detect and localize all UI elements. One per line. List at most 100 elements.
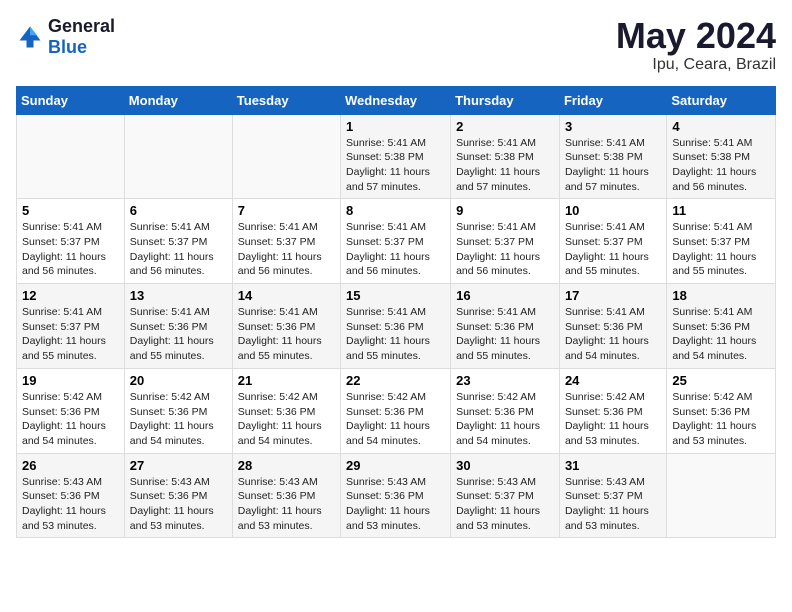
day-number: 31 (565, 458, 661, 473)
day-info: Sunrise: 5:41 AM Sunset: 5:37 PM Dayligh… (238, 220, 335, 279)
day-info: Sunrise: 5:42 AM Sunset: 5:36 PM Dayligh… (565, 390, 661, 449)
day-number: 10 (565, 203, 661, 218)
day-number: 11 (672, 203, 770, 218)
day-info: Sunrise: 5:42 AM Sunset: 5:36 PM Dayligh… (130, 390, 227, 449)
day-number: 16 (456, 288, 554, 303)
day-number: 13 (130, 288, 227, 303)
calendar-day-22: 22 Sunrise: 5:42 AM Sunset: 5:36 PM Dayli… (341, 368, 451, 453)
calendar-day-31: 31Sunrise: 5:43 AM Sunset: 5:37 PM Dayli… (559, 453, 666, 538)
calendar-title: May 2024 (616, 16, 776, 56)
day-info: Sunrise: 5:41 AM Sunset: 5:38 PM Dayligh… (346, 136, 445, 195)
day-number: 19 (22, 373, 119, 388)
calendar-empty-cell (232, 114, 340, 199)
day-number: 28 (238, 458, 335, 473)
calendar-day-3: 3 Sunrise: 5:41 AM Sunset: 5:38 PM Daylig… (559, 114, 666, 199)
day-info: Sunrise: 5:41 AM Sunset: 5:38 PM Dayligh… (456, 136, 554, 195)
calendar-day-28: 28Sunrise: 5:43 AM Sunset: 5:36 PM Dayli… (232, 453, 340, 538)
day-number: 21 (238, 373, 335, 388)
calendar-empty-cell (124, 114, 232, 199)
day-info: Sunrise: 5:42 AM Sunset: 5:36 PM Dayligh… (672, 390, 770, 449)
day-number: 26 (22, 458, 119, 473)
day-number: 8 (346, 203, 445, 218)
calendar-day-4: 4 Sunrise: 5:41 AM Sunset: 5:38 PM Daylig… (667, 114, 776, 199)
day-info: Sunrise: 5:41 AM Sunset: 5:37 PM Dayligh… (346, 220, 445, 279)
day-number: 5 (22, 203, 119, 218)
day-info: Sunrise: 5:41 AM Sunset: 5:36 PM Dayligh… (346, 305, 445, 364)
calendar-week-row: 1 Sunrise: 5:41 AM Sunset: 5:38 PM Daylig… (17, 114, 776, 199)
calendar-day-11: 11 Sunrise: 5:41 AM Sunset: 5:37 PM Dayli… (667, 199, 776, 284)
calendar-empty-cell (17, 114, 125, 199)
day-info: Sunrise: 5:42 AM Sunset: 5:36 PM Dayligh… (22, 390, 119, 449)
title-block: May 2024 Ipu, Ceara, Brazil (616, 16, 776, 74)
calendar-week-row: 26 Sunrise: 5:43 AM Sunset: 5:36 PM Dayli… (17, 453, 776, 538)
day-info: Sunrise: 5:41 AM Sunset: 5:36 PM Dayligh… (238, 305, 335, 364)
calendar-day-13: 13Sunrise: 5:41 AM Sunset: 5:36 PM Dayli… (124, 284, 232, 369)
day-info: Sunrise: 5:41 AM Sunset: 5:38 PM Dayligh… (672, 136, 770, 195)
day-number: 29 (346, 458, 445, 473)
day-number: 14 (238, 288, 335, 303)
calendar-day-27: 27Sunrise: 5:43 AM Sunset: 5:36 PM Dayli… (124, 453, 232, 538)
logo-icon (16, 23, 44, 51)
day-info: Sunrise: 5:43 AM Sunset: 5:36 PM Dayligh… (130, 475, 227, 534)
day-info: Sunrise: 5:41 AM Sunset: 5:37 PM Dayligh… (456, 220, 554, 279)
day-number: 18 (672, 288, 770, 303)
day-info: Sunrise: 5:41 AM Sunset: 5:37 PM Dayligh… (130, 220, 227, 279)
day-info: Sunrise: 5:43 AM Sunset: 5:37 PM Dayligh… (456, 475, 554, 534)
logo: General Blue (16, 16, 115, 57)
page-header: General Blue May 2024 Ipu, Ceara, Brazil (16, 16, 776, 74)
day-info: Sunrise: 5:42 AM Sunset: 5:36 PM Dayligh… (456, 390, 554, 449)
calendar-day-8: 8 Sunrise: 5:41 AM Sunset: 5:37 PM Daylig… (341, 199, 451, 284)
col-header-tuesday: Tuesday (232, 86, 340, 114)
col-header-saturday: Saturday (667, 86, 776, 114)
calendar-day-12: 12 Sunrise: 5:41 AM Sunset: 5:37 PM Dayli… (17, 284, 125, 369)
day-info: Sunrise: 5:41 AM Sunset: 5:37 PM Dayligh… (672, 220, 770, 279)
col-header-thursday: Thursday (451, 86, 560, 114)
calendar-day-24: 24 Sunrise: 5:42 AM Sunset: 5:36 PM Dayli… (559, 368, 666, 453)
calendar-day-10: 10 Sunrise: 5:41 AM Sunset: 5:37 PM Dayli… (559, 199, 666, 284)
calendar-day-7: 7Sunrise: 5:41 AM Sunset: 5:37 PM Daylig… (232, 199, 340, 284)
day-number: 1 (346, 119, 445, 134)
calendar-empty-cell (667, 453, 776, 538)
calendar-day-25: 25 Sunrise: 5:42 AM Sunset: 5:36 PM Dayli… (667, 368, 776, 453)
calendar-day-23: 23 Sunrise: 5:42 AM Sunset: 5:36 PM Dayli… (451, 368, 560, 453)
calendar-day-29: 29Sunrise: 5:43 AM Sunset: 5:36 PM Dayli… (341, 453, 451, 538)
day-number: 9 (456, 203, 554, 218)
calendar-day-30: 30 Sunrise: 5:43 AM Sunset: 5:37 PM Dayli… (451, 453, 560, 538)
day-number: 30 (456, 458, 554, 473)
calendar-day-20: 20 Sunrise: 5:42 AM Sunset: 5:36 PM Dayli… (124, 368, 232, 453)
calendar-week-row: 12 Sunrise: 5:41 AM Sunset: 5:37 PM Dayli… (17, 284, 776, 369)
col-header-wednesday: Wednesday (341, 86, 451, 114)
day-info: Sunrise: 5:43 AM Sunset: 5:36 PM Dayligh… (22, 475, 119, 534)
day-number: 24 (565, 373, 661, 388)
logo-text: General Blue (48, 16, 115, 57)
day-info: Sunrise: 5:42 AM Sunset: 5:36 PM Dayligh… (238, 390, 335, 449)
calendar-day-6: 6Sunrise: 5:41 AM Sunset: 5:37 PM Daylig… (124, 199, 232, 284)
day-number: 23 (456, 373, 554, 388)
day-info: Sunrise: 5:41 AM Sunset: 5:37 PM Dayligh… (22, 305, 119, 364)
calendar-day-18: 18 Sunrise: 5:41 AM Sunset: 5:36 PM Dayli… (667, 284, 776, 369)
calendar-day-26: 26 Sunrise: 5:43 AM Sunset: 5:36 PM Dayli… (17, 453, 125, 538)
calendar-subtitle: Ipu, Ceara, Brazil (616, 56, 776, 74)
day-number: 3 (565, 119, 661, 134)
calendar-day-15: 15 Sunrise: 5:41 AM Sunset: 5:36 PM Dayli… (341, 284, 451, 369)
day-info: Sunrise: 5:41 AM Sunset: 5:38 PM Dayligh… (565, 136, 661, 195)
day-info: Sunrise: 5:41 AM Sunset: 5:37 PM Dayligh… (22, 220, 119, 279)
day-number: 12 (22, 288, 119, 303)
day-number: 25 (672, 373, 770, 388)
calendar-day-16: 16Sunrise: 5:41 AM Sunset: 5:36 PM Dayli… (451, 284, 560, 369)
calendar-day-5: 5 Sunrise: 5:41 AM Sunset: 5:37 PM Daylig… (17, 199, 125, 284)
day-number: 2 (456, 119, 554, 134)
day-info: Sunrise: 5:41 AM Sunset: 5:36 PM Dayligh… (672, 305, 770, 364)
day-info: Sunrise: 5:42 AM Sunset: 5:36 PM Dayligh… (346, 390, 445, 449)
day-number: 15 (346, 288, 445, 303)
calendar-header-row: SundayMondayTuesdayWednesdayThursdayFrid… (17, 86, 776, 114)
day-number: 22 (346, 373, 445, 388)
calendar-day-9: 9 Sunrise: 5:41 AM Sunset: 5:37 PM Daylig… (451, 199, 560, 284)
calendar-day-17: 17Sunrise: 5:41 AM Sunset: 5:36 PM Dayli… (559, 284, 666, 369)
col-header-sunday: Sunday (17, 86, 125, 114)
col-header-friday: Friday (559, 86, 666, 114)
day-info: Sunrise: 5:41 AM Sunset: 5:37 PM Dayligh… (565, 220, 661, 279)
day-number: 20 (130, 373, 227, 388)
day-number: 4 (672, 119, 770, 134)
calendar-day-2: 2 Sunrise: 5:41 AM Sunset: 5:38 PM Daylig… (451, 114, 560, 199)
